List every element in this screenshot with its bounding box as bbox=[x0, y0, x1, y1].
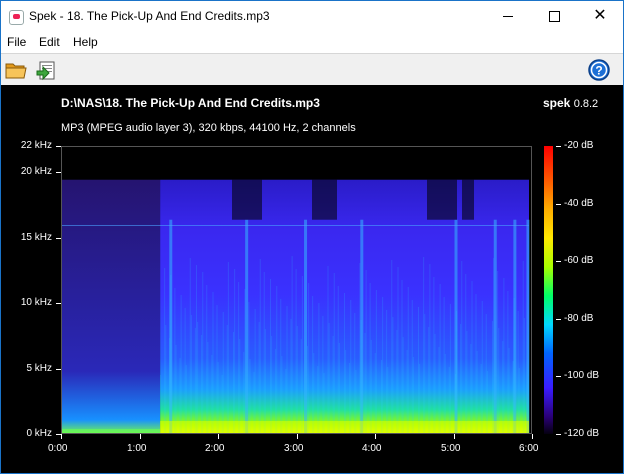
close-button[interactable]: ✕ bbox=[577, 1, 623, 31]
toolbar: ? bbox=[1, 54, 623, 85]
db-colorbar bbox=[544, 146, 553, 434]
x-tick-mark bbox=[218, 434, 219, 439]
maximize-icon bbox=[548, 10, 560, 22]
minimize-button[interactable] bbox=[485, 1, 531, 31]
maximize-button[interactable] bbox=[531, 1, 577, 31]
minimize-icon bbox=[503, 15, 513, 17]
x-tick-mark bbox=[61, 434, 62, 439]
colorbar-tick-mark bbox=[556, 204, 561, 205]
colorbar-tick-label: -120 dB bbox=[564, 428, 600, 439]
file-info-label: MP3 (MPEG audio layer 3), 320 kbps, 4410… bbox=[61, 122, 356, 134]
x-tick-label: 4:00 bbox=[362, 443, 382, 454]
file-path-label: D:\NAS\18. The Pick-Up And End Credits.m… bbox=[61, 96, 320, 110]
colorbar-tick-label: -80 dB bbox=[564, 313, 594, 324]
menu-bar: File Edit Help bbox=[1, 31, 623, 54]
colorbar-tick-mark bbox=[556, 146, 561, 147]
x-tick-mark bbox=[140, 434, 141, 439]
close-icon: ✕ bbox=[593, 7, 607, 24]
y-tick-label: 15 kHz bbox=[20, 232, 52, 243]
x-tick-mark bbox=[532, 434, 533, 439]
colorbar-tick-label: -60 dB bbox=[564, 255, 594, 266]
app-name: spek bbox=[543, 96, 571, 110]
colorbar-tick-mark bbox=[556, 261, 561, 262]
colorbar-tick-mark bbox=[556, 434, 561, 435]
x-tick-label: 5:00 bbox=[441, 443, 461, 454]
window-title: Spek - 18. The Pick-Up And End Credits.m… bbox=[29, 9, 270, 23]
menu-file[interactable]: File bbox=[7, 35, 26, 49]
spek-brand: spek 0.8.2 bbox=[543, 96, 598, 110]
menu-edit[interactable]: Edit bbox=[39, 35, 60, 49]
colorbar-tick-label: -40 dB bbox=[564, 198, 594, 209]
colorbar-tick-mark bbox=[556, 319, 561, 320]
x-tick-label: 2:00 bbox=[205, 443, 225, 454]
y-tick-label: 20 kHz bbox=[20, 166, 52, 177]
folder-open-icon[interactable] bbox=[4, 58, 28, 82]
x-tick-label: 3:00 bbox=[284, 443, 304, 454]
x-tick-mark bbox=[297, 434, 298, 439]
x-tick-label: 1:00 bbox=[127, 443, 147, 454]
save-icon[interactable] bbox=[34, 58, 58, 82]
x-tick-mark bbox=[454, 434, 455, 439]
spectrogram-canvas[interactable] bbox=[61, 146, 532, 434]
colorbar-tick-mark bbox=[556, 376, 561, 377]
spek-app-icon[interactable] bbox=[9, 10, 24, 25]
menu-help[interactable]: Help bbox=[73, 35, 98, 49]
y-tick-label: 5 kHz bbox=[26, 363, 52, 374]
spek-window: Spek - 18. The Pick-Up And End Credits.m… bbox=[0, 0, 624, 474]
colorbar-tick-label: -100 dB bbox=[564, 370, 600, 381]
x-tick-label: 0:00 bbox=[48, 443, 68, 454]
spectrogram-heatmap bbox=[62, 179, 530, 433]
spectrogram-panel: D:\NAS\18. The Pick-Up And End Credits.m… bbox=[1, 85, 623, 473]
svg-text:?: ? bbox=[595, 64, 602, 78]
x-tick-mark bbox=[375, 434, 376, 439]
y-tick-label: 0 kHz bbox=[26, 428, 52, 439]
title-bar[interactable]: Spek - 18. The Pick-Up And End Credits.m… bbox=[1, 1, 623, 31]
help-icon[interactable]: ? bbox=[587, 58, 611, 82]
x-tick-label: 6:00 bbox=[519, 443, 539, 454]
app-version: 0.8.2 bbox=[573, 98, 599, 110]
y-tick-label: 10 kHz bbox=[20, 297, 52, 308]
y-tick-label: 22 kHz bbox=[20, 140, 52, 151]
colorbar-tick-label: -20 dB bbox=[564, 140, 594, 151]
